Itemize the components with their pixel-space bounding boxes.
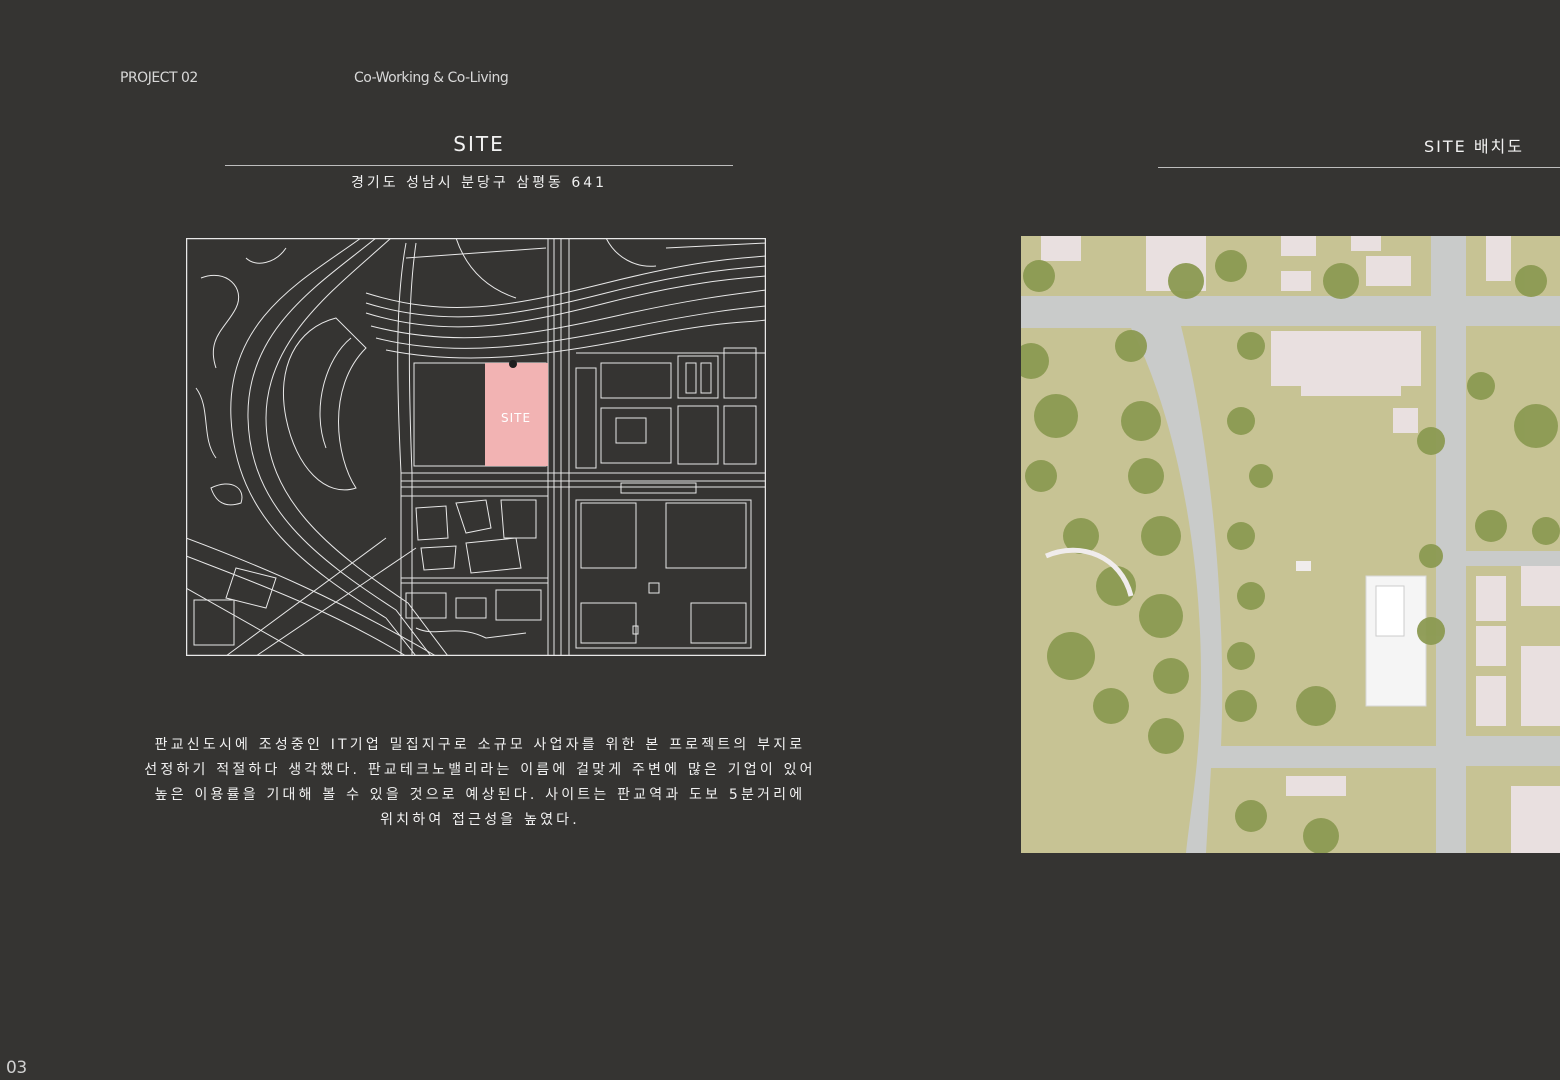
page-number: 03 <box>6 1058 27 1078</box>
site-title: SITE <box>453 132 505 156</box>
site-title-rule <box>225 165 733 166</box>
site-plan-render <box>1021 236 1560 853</box>
site-description-line: 위치하여 접근성을 높였다. <box>380 812 580 828</box>
site-plan-title-rule <box>1158 167 1560 168</box>
project-number: PROJECT 02 <box>120 70 198 86</box>
site-description-line: 선정하기 적절하다 생각했다. 판교테크노밸리라는 이름에 걸맞게 주변에 많은… <box>144 762 816 778</box>
site-location-map: SITE <box>186 238 766 656</box>
site-plan-title: SITE 배치도 <box>1423 137 1524 156</box>
site-description-line: 높은 이용률을 기대해 볼 수 있을 것으로 예상된다. 사이트는 판교역과 도… <box>154 787 806 803</box>
site-description: 판교신도시에 조성중인 IT기업 밀집지구로 소규모 사업자를 위한 본 프로젝… <box>110 733 850 833</box>
project-subtitle: Co-Working & Co-Living <box>354 70 509 86</box>
site-map-label: SITE <box>501 411 531 425</box>
site-description-line: 판교신도시에 조성중인 IT기업 밀집지구로 소규모 사업자를 위한 본 프로젝… <box>154 737 806 753</box>
site-address: 경기도 성남시 분당구 삼평동 641 <box>350 175 608 191</box>
